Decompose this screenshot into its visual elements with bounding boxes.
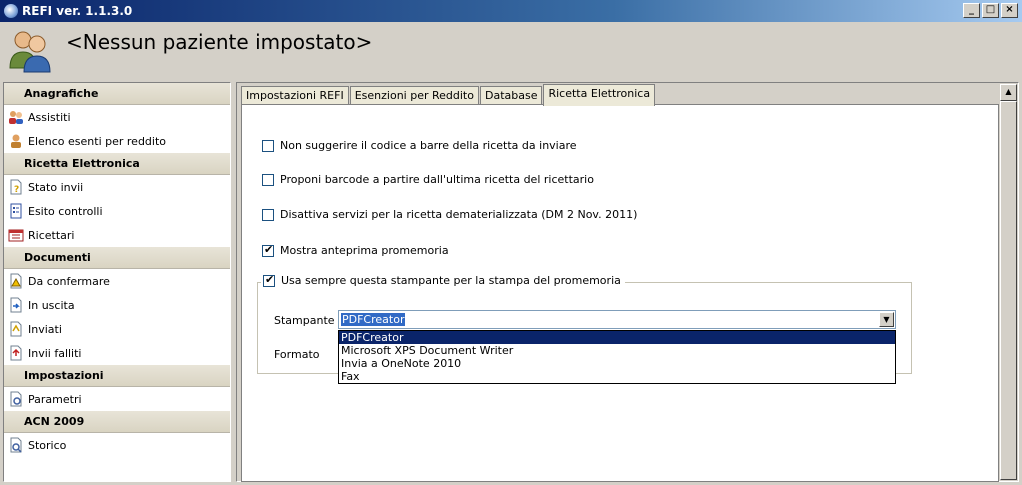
window-title-bar[interactable]: REFI ver. 1.1.3.0 _ □ ×	[0, 0, 1022, 22]
sidebar-item-label: In uscita	[28, 298, 75, 312]
section-acn-2009[interactable]: ACN 2009	[4, 411, 230, 433]
app-icon	[4, 4, 18, 18]
tab-ricetta-elettronica[interactable]: Ricetta Elettronica	[543, 84, 656, 106]
sidebar-item-ricettari[interactable]: Ricettari	[4, 223, 230, 247]
sidebar-item-stato-invii[interactable]: ? Stato invii	[4, 175, 230, 199]
printer-select[interactable]: PDFCreator ▼	[338, 310, 896, 329]
sidebar-item-label: Elenco esenti per reddito	[28, 134, 167, 148]
option-label: Proponi barcode a partire dall'ultima ri…	[280, 173, 594, 186]
patients-icon	[9, 31, 51, 73]
vertical-scrollbar[interactable]: ▲	[1000, 84, 1017, 480]
tab-esenzioni-per-reddito[interactable]: Esenzioni per Reddito	[349, 86, 479, 106]
printer-option[interactable]: Microsoft XPS Document Writer	[339, 344, 895, 357]
people-icon	[8, 109, 24, 125]
sidebar-item-assistiti[interactable]: Assistiti	[4, 105, 230, 129]
checkbox[interactable]	[262, 173, 274, 186]
sidebar-item-parametri[interactable]: Parametri	[4, 387, 230, 411]
history-icon	[8, 437, 24, 453]
tab-impostazioni-refi[interactable]: Impostazioni REFI	[241, 86, 349, 106]
section-anagrafiche[interactable]: Anagrafiche	[4, 83, 230, 105]
document-warning-icon	[8, 273, 24, 289]
settings-icon	[8, 391, 24, 407]
calendar-icon	[8, 227, 24, 243]
printer-select-value: PDFCreator	[341, 313, 406, 326]
sidebar-item-label: Invii falliti	[28, 346, 82, 360]
printer-option[interactable]: Invia a OneNote 2010	[339, 357, 895, 370]
sidebar-item-esito-controlli[interactable]: Esito controlli	[4, 199, 230, 223]
section-impostazioni[interactable]: Impostazioni	[4, 365, 230, 387]
window-controls: _ □ ×	[963, 3, 1018, 18]
option-disable-services[interactable]: Disattiva servizi per la ricetta demater…	[262, 208, 637, 221]
sidebar-item-label: Ricettari	[28, 228, 75, 242]
scroll-up-arrow-icon[interactable]: ▲	[1000, 84, 1017, 101]
checkbox[interactable]	[262, 208, 274, 221]
printer-dropdown-list: PDFCreator Microsoft XPS Document Writer…	[338, 330, 896, 384]
printer-option[interactable]: PDFCreator	[339, 331, 895, 344]
formato-label: Formato	[274, 348, 320, 361]
sidebar-item-label: Stato invii	[28, 180, 84, 194]
patient-title: <Nessun paziente impostato>	[66, 30, 373, 54]
sidebar-item-label: Inviati	[28, 322, 62, 336]
sidebar-item-label: Da confermare	[28, 274, 110, 288]
option-always-use-printer[interactable]: Usa sempre questa stampante per la stamp…	[261, 273, 625, 287]
document-sent-icon	[8, 321, 24, 337]
sidebar-item-label: Storico	[28, 438, 67, 452]
option-propose-barcode[interactable]: Proponi barcode a partire dall'ultima ri…	[262, 173, 594, 186]
patient-header: <Nessun paziente impostato>	[0, 22, 1022, 78]
navigation-sidebar: Anagrafiche Assistiti Elenco esenti per …	[3, 82, 231, 482]
printer-option[interactable]: Fax	[339, 370, 895, 383]
option-label: Non suggerire il codice a barre della ri…	[280, 139, 577, 152]
minimize-button[interactable]: _	[963, 3, 980, 18]
close-button[interactable]: ×	[1001, 3, 1018, 18]
section-documenti[interactable]: Documenti	[4, 247, 230, 269]
sidebar-item-label: Assistiti	[28, 110, 71, 124]
sidebar-item-in-uscita[interactable]: In uscita	[4, 293, 230, 317]
sidebar-item-label: Parametri	[28, 392, 82, 406]
sidebar-item-storico[interactable]: Storico	[4, 433, 230, 457]
stampante-label: Stampante	[274, 314, 335, 327]
checkbox[interactable]	[262, 139, 274, 152]
option-label: Disattiva servizi per la ricetta demater…	[280, 208, 638, 221]
sidebar-item-inviati[interactable]: Inviati	[4, 317, 230, 341]
tab-page-ricetta-elettronica: Non suggerire il codice a barre della ri…	[241, 104, 999, 482]
sidebar-item-invii-falliti[interactable]: Invii falliti	[4, 341, 230, 365]
section-ricetta-elettronica[interactable]: Ricetta Elettronica	[4, 153, 230, 175]
sidebar-item-elenco-esenti[interactable]: Elenco esenti per reddito	[4, 129, 230, 153]
sidebar-item-da-confermare[interactable]: Da confermare	[4, 269, 230, 293]
main-panel: Impostazioni REFI Esenzioni per Reddito …	[236, 82, 1019, 482]
checkbox[interactable]	[263, 273, 275, 287]
document-question-icon: ?	[8, 179, 24, 195]
checklist-icon	[8, 203, 24, 219]
option-no-barcode-suggest[interactable]: Non suggerire il codice a barre della ri…	[262, 139, 577, 152]
checkbox[interactable]	[262, 243, 274, 257]
tab-database[interactable]: Database	[479, 86, 543, 106]
tab-strip: Impostazioni REFI Esenzioni per Reddito …	[241, 84, 656, 106]
chevron-down-icon[interactable]: ▼	[879, 312, 894, 327]
scrollbar-thumb[interactable]	[1000, 101, 1017, 480]
sidebar-item-label: Esito controlli	[28, 204, 103, 218]
document-outgoing-icon	[8, 297, 24, 313]
maximize-button[interactable]: □	[982, 3, 999, 18]
option-label: Usa sempre questa stampante per la stamp…	[281, 274, 621, 287]
document-failed-icon	[8, 345, 24, 361]
option-label: Mostra anteprima promemoria	[280, 244, 449, 257]
svg-text:?: ?	[14, 185, 19, 195]
option-show-preview[interactable]: Mostra anteprima promemoria	[262, 243, 449, 257]
window-title: REFI ver. 1.1.3.0	[22, 4, 133, 18]
person-icon	[8, 133, 24, 149]
